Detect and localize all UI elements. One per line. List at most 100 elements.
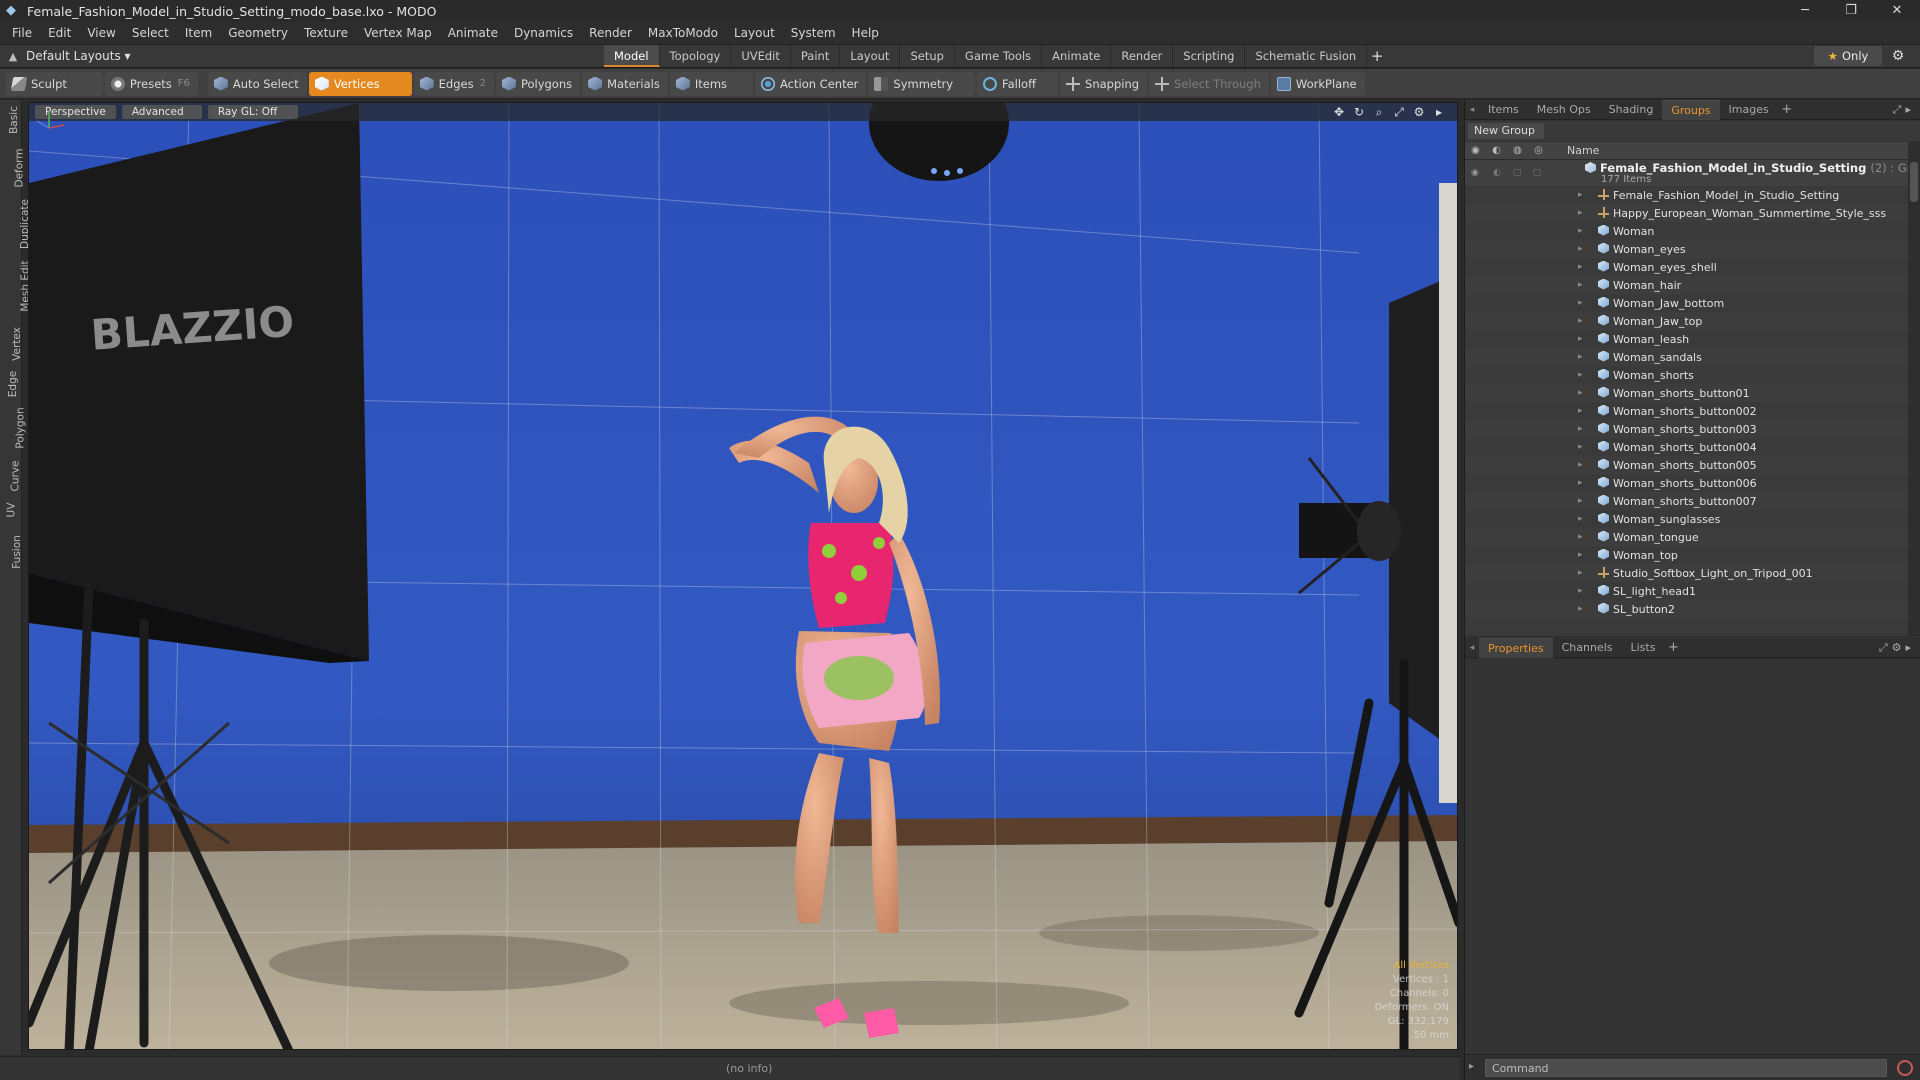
menu-texture[interactable]: Texture [296,22,356,44]
command-input[interactable] [1485,1059,1887,1077]
tab-topology[interactable]: Topology [660,45,732,67]
expand-icon[interactable]: ▸ [1578,550,1583,560]
tab-scripting[interactable]: Scripting [1173,45,1246,67]
tree-item-row[interactable]: ▸ Studio_Softbox_Light_on_Tripod_001 [1465,564,1909,582]
action-center-button[interactable]: Action Center [755,71,867,96]
expand-icon[interactable]: ▸ [1578,424,1583,434]
tree-item-row[interactable]: ▸ Woman [1465,222,1909,240]
auto-select-button[interactable]: Auto Select [207,71,307,96]
maximize-button[interactable]: ❐ [1828,0,1874,22]
menu-vertex-map[interactable]: Vertex Map [356,22,440,44]
vtab-vertex[interactable]: Vertex [0,327,23,361]
minimize-button[interactable]: ─ [1782,0,1828,22]
presets-button[interactable]: Presets F6 [104,71,198,96]
eye-icon[interactable]: ◉ [1471,168,1481,178]
tab-groups[interactable]: Groups [1662,99,1720,120]
vtab-deform[interactable]: Deform [0,148,26,187]
command-run-icon[interactable] [1897,1060,1913,1076]
dock-handle-icon[interactable]: ◂ [1465,105,1479,115]
menu-geometry[interactable]: Geometry [220,22,296,44]
tab-paint[interactable]: Paint [791,45,841,67]
expand-icon[interactable]: ▸ [1578,352,1583,362]
expand-icon[interactable]: ▸ [1578,442,1583,452]
menu-view[interactable]: View [79,22,123,44]
expand-icon[interactable]: ▸ [1578,478,1583,488]
shading-mode-select[interactable]: Advanced [121,105,202,119]
menu-select[interactable]: Select [124,22,177,44]
tab-layout[interactable]: Layout [840,45,901,67]
new-group-button[interactable]: New Group [1468,123,1544,139]
tree-item-row[interactable]: ▸ Woman_shorts_button01 [1465,384,1909,402]
snapping-button[interactable]: Snapping [1060,71,1148,96]
expand-icon[interactable]: ▸ [1578,298,1583,308]
expand-icon[interactable]: ▸ [1578,514,1583,524]
tab-shading[interactable]: Shading [1600,100,1663,120]
tree-item-row[interactable]: ▸ Woman_shorts_button005 [1465,456,1909,474]
lock-column-icon[interactable]: ◍ [1507,145,1528,156]
command-history-icon[interactable]: ▸ [1469,1061,1474,1072]
workplane-button[interactable]: WorkPlane [1270,71,1365,96]
zoom-icon[interactable]: ⌕ [1369,104,1389,120]
expand-icon[interactable]: ▸ [1578,370,1583,380]
expand-icon[interactable]: ▸ [1578,244,1583,254]
vtab-curve[interactable]: Curve [0,461,22,492]
tree-item-row[interactable]: ▸ SL_button2 [1465,600,1909,618]
3d-viewport[interactable]: BLAZZIO Perspective Advanced Ray GL: Off… [28,102,1458,1050]
pan-icon[interactable]: ✥ [1329,104,1349,120]
menu-file[interactable]: File [4,22,40,44]
menu-render[interactable]: Render [581,22,640,44]
sculpt-button[interactable]: Sculpt [6,71,103,96]
gear-icon[interactable]: ⚙ [1888,46,1908,66]
close-button[interactable]: ✕ [1874,0,1920,22]
vtab-fusion[interactable]: Fusion [0,535,23,569]
tab-channels[interactable]: Channels [1553,638,1622,658]
tab-images[interactable]: Images [1720,100,1778,120]
polygons-button[interactable]: Polygons [495,71,581,96]
tree-item-row[interactable]: ▸ Woman_Jaw_bottom [1465,294,1909,312]
tab-lists[interactable]: Lists [1622,638,1665,658]
tab-setup[interactable]: Setup [900,45,955,67]
expand-icon[interactable]: ▸ [1578,586,1583,596]
select-through-button[interactable]: Select Through [1149,71,1269,96]
visibility-column-icon[interactable]: ◉ [1465,145,1486,156]
dock-handle-icon-2[interactable]: ◂ [1465,643,1479,653]
items-button[interactable]: Items [669,71,754,96]
group-row[interactable]: ◉ ◐ ▢ ▢ Female_Fashion_Model_in_Studio_Set… [1465,160,1909,186]
vtab-uv[interactable]: UV [0,503,22,518]
tab-schematic-fusion[interactable]: Schematic Fusion [1245,45,1368,67]
expand-icon[interactable]: ▸ [1578,316,1583,326]
raygl-toggle[interactable]: Ray GL: Off [207,105,298,119]
rotate-icon[interactable]: ↻ [1349,104,1369,120]
tree-scrollbar[interactable] [1908,142,1920,636]
tree-item-row[interactable]: ▸ Woman_sandals [1465,348,1909,366]
tree-item-row[interactable]: ▸ Woman_tongue [1465,528,1909,546]
falloff-button[interactable]: Falloff [977,71,1059,96]
expand-icon[interactable]: ▸ [1578,460,1583,470]
menu-animate[interactable]: Animate [440,22,506,44]
expand-icon[interactable]: ▸ [1578,568,1583,578]
tree-item-row[interactable]: ▸ Woman_shorts_button003 [1465,420,1909,438]
tree-item-row[interactable]: ▸ Woman_eyes [1465,240,1909,258]
tree-item-row[interactable]: ▸ Woman_sunglasses [1465,510,1909,528]
tree-item-row[interactable]: ▸ Woman_shorts_button006 [1465,474,1909,492]
tab-game-tools[interactable]: Game Tools [955,45,1043,67]
expand-icon[interactable]: ▸ [1578,604,1583,614]
render-column-icon[interactable]: ◐ [1486,145,1507,156]
tree-item-row[interactable]: ▸ Woman_top [1465,546,1909,564]
panel-controls-icon-2[interactable]: ⤢⚙▸ [1879,638,1915,658]
expand-icon[interactable]: ▸ [1578,226,1583,236]
add-panel-tab-icon-2[interactable]: + [1664,640,1682,655]
menu-system[interactable]: System [783,22,844,44]
expand-icon[interactable]: ▸ [1578,406,1583,416]
vtab-polygon[interactable]: Polygon [0,407,27,448]
tab-items[interactable]: Items [1479,100,1528,120]
tab-animate[interactable]: Animate [1042,45,1112,67]
tree-item-row[interactable]: ▸ Woman_shorts_button002 [1465,402,1909,420]
expand-icon[interactable]: ▸ [1578,532,1583,542]
tree-item-row[interactable]: ▸ Woman_Jaw_top [1465,312,1909,330]
add-tab-button[interactable]: + [1367,47,1387,65]
tree-item-row[interactable]: ▸ SL_light_head1 [1465,582,1909,600]
panel-controls-icon[interactable]: ⤢▸ [1893,100,1915,120]
fit-icon[interactable]: ⤢ [1389,104,1409,120]
tree-item-row[interactable]: ▸ Happy_European_Woman_Summertime_Style_s… [1465,204,1909,222]
